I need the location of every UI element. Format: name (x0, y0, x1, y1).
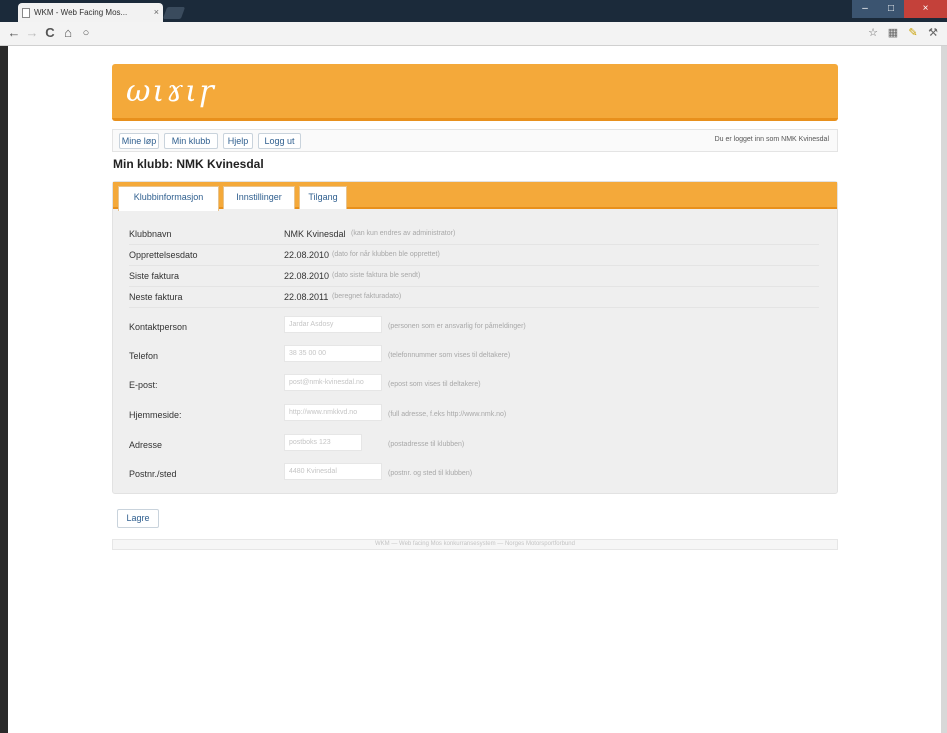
new-tab-button[interactable] (162, 7, 186, 19)
page-footer: WKM — Web facing Mos konkurransesystem —… (112, 539, 838, 550)
browser-toolbar: ← → C ⌂ ○ ☆ ▦ ✎ ⚒ (0, 22, 947, 46)
row-value: 22.08.2011 (284, 292, 329, 302)
window-close-button[interactable]: × (904, 0, 947, 18)
form-row-adresse: Adresse postboks 123 (postadresse til kl… (129, 434, 819, 456)
form-row-kontaktperson: Kontaktperson Jardar Asdosy (personen so… (129, 316, 819, 338)
menu-item-logg-ut[interactable]: Logg ut (258, 133, 301, 149)
row-hint: (full adresse, f.eks http://www.nmk.no) (388, 411, 507, 418)
extension-icon[interactable]: ▦ (886, 26, 900, 40)
form-row-epost: E-post: post@nmk-kvinesdal.no (epost som… (129, 374, 819, 396)
row-label: Neste faktura (129, 292, 183, 302)
forward-arrow-icon[interactable]: → (24, 25, 40, 41)
postnr-sted-input[interactable]: 4480 Kvinesdal (284, 463, 382, 480)
row-hint: (kan kun endres av administrator) (351, 230, 456, 237)
tab-klubbinformasjon[interactable]: Klubbinformasjon (118, 186, 219, 211)
menu-item-min-klubb[interactable]: Min klubb (164, 133, 218, 149)
page-title: Min klubb: NMK Kvinesdal (113, 157, 264, 171)
club-panel: Klubbinformasjon Innstillinger Tilgang K… (112, 181, 838, 494)
row-label: Postnr./sted (129, 469, 177, 479)
logged-in-status: Du er logget inn som NMK Kvinesdal (714, 136, 829, 143)
row-value: 22.08.2010 (284, 271, 330, 281)
kontaktperson-input[interactable]: Jardar Asdosy (284, 316, 382, 333)
tab-tilgang[interactable]: Tilgang (299, 186, 347, 209)
pen-extension-icon[interactable]: ✎ (906, 26, 920, 40)
row-label: Klubbnavn (129, 229, 172, 239)
row-label: Siste faktura (129, 271, 180, 281)
panel-tabbar: Klubbinformasjon Innstillinger Tilgang (113, 182, 837, 211)
main-menu: Mine løp Min klubb Hjelp Logg ut Du er l… (112, 129, 838, 152)
epost-input[interactable]: post@nmk-kvinesdal.no (284, 374, 382, 391)
browser-titlebar: WKM - Web Facing Mos... × – □ × (0, 0, 947, 22)
telefon-input[interactable]: 38 35 00 00 (284, 345, 382, 362)
reload-icon[interactable]: C (42, 25, 58, 41)
window-right-border (941, 46, 947, 733)
row-label: Adresse (129, 440, 163, 450)
info-row-opprettelsesdato: Opprettelsesdato 22.08.2010 (dato for nå… (129, 246, 819, 266)
row-hint: (postnr. og sted til klubben) (388, 470, 473, 477)
row-label: Hjemmeside: (129, 410, 182, 420)
browser-tab[interactable]: WKM - Web Facing Mos... × (18, 3, 163, 22)
home-icon[interactable]: ⌂ (60, 25, 76, 41)
form-row-postnr-sted: Postnr./sted 4480 Kvinesdal (postnr. og … (129, 463, 819, 485)
tab-close-icon[interactable]: × (154, 3, 159, 22)
adresse-input[interactable]: postboks 123 (284, 434, 362, 451)
menu-item-hjelp[interactable]: Hjelp (223, 133, 253, 149)
row-value: NMK Kvinesdal (284, 229, 346, 239)
window-left-border (0, 46, 8, 733)
row-hint: (epost som vises til deltakere) (388, 381, 481, 388)
row-value: 22.08.2010 (284, 250, 330, 260)
site-info-icon[interactable]: ○ (78, 25, 94, 41)
wrench-icon[interactable]: ⚒ (926, 26, 940, 40)
tab-innstillinger[interactable]: Innstillinger (223, 186, 295, 209)
form-row-telefon: Telefon 38 35 00 00 (telefonnummer som v… (129, 345, 819, 367)
row-label: Kontaktperson (129, 322, 188, 332)
site-banner: ωιɤιɼ (112, 64, 838, 121)
hjemmeside-input[interactable]: http://www.nmkkvd.no (284, 404, 382, 421)
bookmark-star-icon[interactable]: ☆ (866, 26, 880, 40)
row-hint: (dato siste faktura ble sendt) (332, 272, 421, 279)
menu-item-mine-lop[interactable]: Mine løp (119, 133, 159, 149)
back-arrow-icon[interactable]: ← (6, 25, 22, 41)
info-row-siste-faktura: Siste faktura 22.08.2010 (dato siste fak… (129, 267, 819, 287)
info-row-neste-faktura: Neste faktura 22.08.2011 (beregnet faktu… (129, 288, 819, 308)
page-icon (22, 8, 30, 18)
row-label: Opprettelsesdato (129, 250, 198, 260)
info-row-klubbnavn: Klubbnavn NMK Kvinesdal (kan kun endres … (129, 225, 819, 245)
row-label: E-post: (129, 380, 158, 390)
tab-title: WKM - Web Facing Mos... (34, 8, 128, 17)
window-maximize-button[interactable]: □ (878, 0, 904, 18)
row-label: Telefon (129, 351, 159, 361)
row-hint: (postadresse til klubben) (388, 441, 465, 448)
row-hint: (telefonnummer som vises til deltakere) (388, 352, 511, 359)
save-button[interactable]: Lagre (117, 509, 159, 528)
row-hint: (beregnet fakturadato) (332, 293, 402, 300)
site-logo[interactable]: ωιɤιɼ (126, 74, 215, 109)
row-hint: (dato for når klubben ble opprettet) (332, 251, 440, 258)
window-minimize-button[interactable]: – (852, 0, 878, 18)
row-hint: (personen som er ansvarlig for påmelding… (388, 323, 526, 330)
form-row-hjemmeside: Hjemmeside: http://www.nmkkvd.no (full a… (129, 404, 819, 426)
